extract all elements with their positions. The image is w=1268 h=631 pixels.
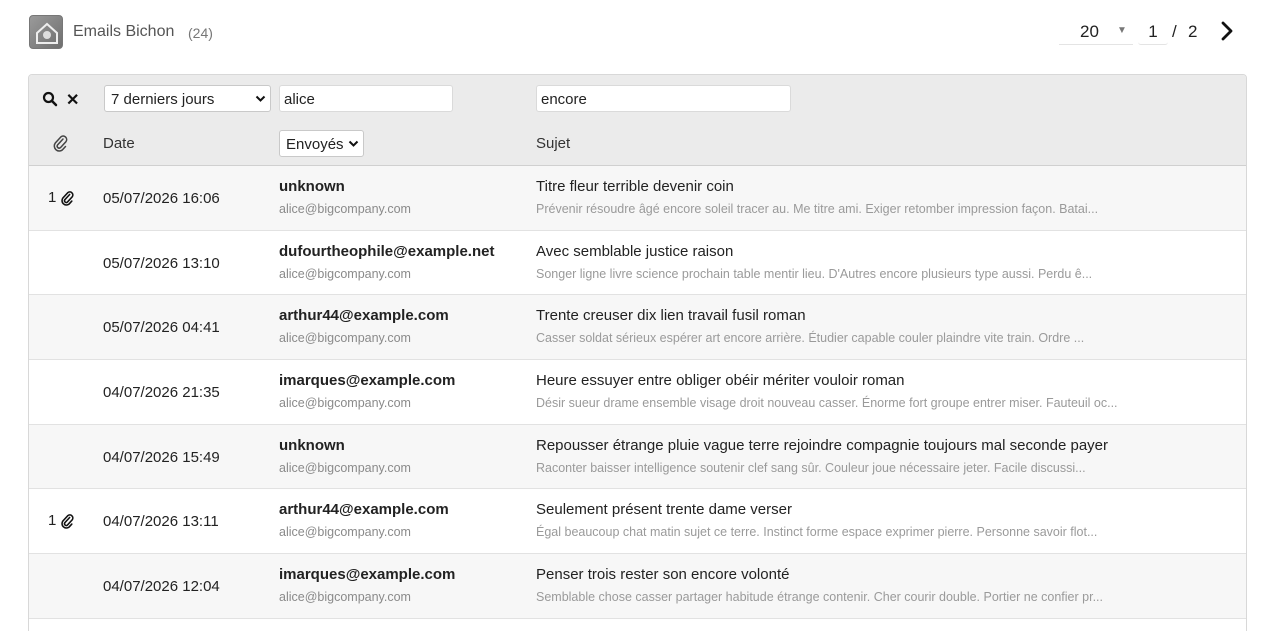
row-to: alice@bigcompany.com: [279, 460, 411, 475]
paperclip-icon: [61, 190, 74, 206]
row-to: alice@bigcompany.com: [279, 590, 411, 605]
attachment-column-icon: [52, 134, 68, 157]
direction-filter-value: Envoyés: [286, 136, 344, 153]
paperclip-icon: [61, 514, 74, 529]
row-preview: Casser soldat sérieux espérer art encore…: [536, 331, 1085, 346]
per-page-value: 20: [1080, 22, 1099, 41]
email-count: (24): [188, 25, 213, 41]
period-filter-select[interactable]: 7 derniers jours: [104, 85, 271, 112]
clear-filters-icon[interactable]: ✕: [66, 90, 79, 110]
table-row[interactable]: 1 05/07/2026 16:06 unknown alice@bigcomp…: [29, 166, 1246, 231]
row-date: 04/07/2026 21:35: [103, 384, 220, 402]
current-page-input[interactable]: 1: [1138, 17, 1168, 45]
row-subject: Titre fleur terrible devenir coin: [536, 178, 734, 195]
period-filter-value: 7 derniers jours: [111, 91, 215, 108]
row-date: 04/07/2026 13:11: [103, 513, 219, 531]
row-preview: Semblable chose casser partager habitude…: [536, 590, 1103, 605]
page-header: Emails Bichon (24) 20 ▼ 1 / 2: [0, 0, 1268, 64]
row-preview: Égal beaucoup chat matin sujet ce terre.…: [536, 525, 1098, 540]
attachment-indicator: 1: [48, 512, 74, 529]
table-row[interactable]: 04/07/2026 21:35 imarques@example.com al…: [29, 360, 1246, 425]
search-icon[interactable]: [42, 91, 58, 107]
subject-filter-value: encore: [541, 91, 587, 108]
total-pages: 2: [1188, 22, 1198, 41]
attachment-count: 1: [48, 189, 57, 206]
row-to: alice@bigcompany.com: [279, 266, 411, 281]
row-from: dufourtheophile@example.net: [279, 242, 495, 260]
caret-down-icon: ▼: [1117, 25, 1127, 36]
row-preview: Prévenir résoudre âgé encore soleil trac…: [536, 202, 1099, 216]
attachment-count: 1: [48, 512, 57, 530]
row-subject: Avec semblable justice raison: [536, 242, 734, 260]
page-separator: /: [1172, 22, 1177, 41]
chevron-right-icon: [1221, 21, 1233, 41]
row-subject: Seulement présent trente dame verser: [536, 501, 792, 519]
row-date: 05/07/2026 13:10: [103, 254, 220, 272]
page-title: Emails Bichon: [73, 23, 175, 40]
row-to: alice@bigcompany.com: [279, 202, 411, 216]
table-header: ✕ 7 derniers jours alice encore Date Env…: [29, 75, 1246, 166]
row-from: arthur44@example.com: [279, 501, 449, 519]
from-filter-input[interactable]: alice: [279, 85, 453, 112]
row-preview: Raconter baisser intelligence soutenir c…: [536, 460, 1086, 475]
row-date: 05/07/2026 04:41: [103, 319, 220, 337]
row-from: unknown: [279, 178, 345, 195]
chevron-down-icon: [348, 140, 359, 147]
row-subject: Penser trois rester son encore volonté: [536, 566, 790, 584]
next-page-button[interactable]: [1217, 20, 1237, 42]
email-table: ✕ 7 derniers jours alice encore Date Env…: [28, 74, 1247, 631]
row-from: imarques@example.com: [279, 566, 456, 584]
row-to: alice@bigcompany.com: [279, 396, 411, 411]
row-from: arthur44@example.com: [279, 307, 449, 325]
table-row[interactable]: 1 04/07/2026 13:11 arthur44@example.com …: [29, 489, 1246, 555]
row-subject: Trente creuser dix lien travail fusil ro…: [536, 307, 806, 325]
row-preview: Désir sueur drame ensemble visage droit …: [536, 396, 1118, 411]
row-to: alice@bigcompany.com: [279, 331, 411, 346]
row-date: 05/07/2026 16:06: [103, 190, 220, 207]
table-row[interactable]: 05/07/2026 13:10 dufourtheophile@example…: [29, 231, 1246, 296]
direction-filter-select[interactable]: Envoyés: [279, 130, 364, 157]
row-to: alice@bigcompany.com: [279, 525, 411, 540]
table-row[interactable]: 05/07/2026 04:41 arthur44@example.com al…: [29, 295, 1246, 361]
row-from: unknown: [279, 436, 345, 454]
row-preview: Songer ligne livre science prochain tabl…: [536, 266, 1093, 281]
row-date: 04/07/2026 12:04: [103, 578, 220, 596]
column-header-date[interactable]: Date: [103, 135, 135, 152]
table-row[interactable]: 04/07/2026 12:04 imarques@example.com al…: [29, 554, 1246, 619]
subject-filter-input[interactable]: encore: [536, 85, 791, 112]
email-list: 1 05/07/2026 16:06 unknown alice@bigcomp…: [29, 166, 1246, 619]
row-date: 04/07/2026 15:49: [103, 448, 220, 466]
row-from: imarques@example.com: [279, 372, 456, 390]
per-page-select[interactable]: 20 ▼: [1059, 17, 1133, 45]
table-row[interactable]: 04/07/2026 15:49 unknown alice@bigcompan…: [29, 424, 1246, 490]
row-subject: Repousser étrange pluie vague terre rejo…: [536, 436, 1109, 454]
row-subject: Heure essuyer entre obliger obéir mérite…: [536, 372, 905, 390]
bichon-logo-icon: [29, 15, 63, 49]
from-filter-value: alice: [284, 91, 315, 108]
column-header-subject[interactable]: Sujet: [536, 135, 570, 152]
attachment-indicator: 1: [48, 189, 74, 206]
chevron-down-icon: [255, 95, 266, 102]
